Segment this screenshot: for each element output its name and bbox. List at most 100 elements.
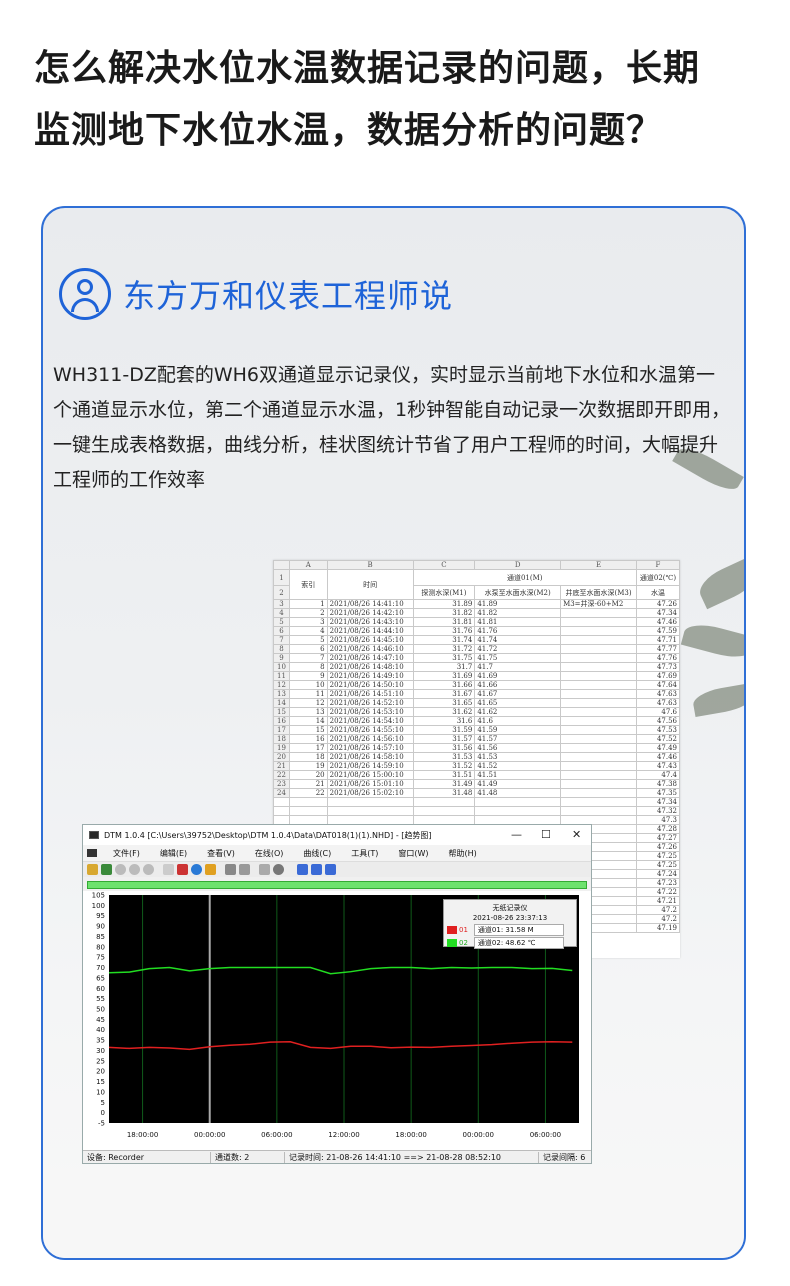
y-tick-label: 55 — [96, 995, 105, 1003]
table-cell — [560, 779, 637, 789]
menu-window[interactable]: 窗口(W) — [398, 848, 428, 859]
table-cell — [560, 644, 637, 654]
table-cell: 31.67 — [412, 689, 476, 699]
table-row: 24 22 2021/08/26 15:02:10 31.48 41.48 47.35 — [273, 788, 680, 798]
record-icon[interactable] — [115, 864, 126, 875]
table-cell: 41.74 — [474, 635, 562, 645]
table-cell: 12 — [288, 698, 328, 708]
pause-icon[interactable] — [143, 864, 154, 875]
menu-edit[interactable]: 编辑(E) — [160, 848, 187, 859]
table-cell — [560, 725, 637, 735]
ch2-value: 通道02: 48.62 ℃ — [473, 937, 564, 949]
table-cell: 47.28 — [635, 824, 680, 834]
tile-vertical-icon[interactable] — [325, 864, 336, 875]
table-cell: 47.53 — [635, 725, 680, 735]
tile-horizontal-icon[interactable] — [311, 864, 322, 875]
row-header: 13 — [273, 689, 290, 699]
col-header: F — [635, 560, 680, 570]
menu-bar: 文件(F) 编辑(E) 查看(V) 在线(O) 曲线(C) 工具(T) 窗口(W… — [83, 845, 591, 861]
menu-file[interactable]: 文件(F) — [113, 848, 140, 859]
table-cell: 31.89 — [412, 599, 476, 609]
sum-icon[interactable] — [177, 864, 188, 875]
table-cell: 22 — [288, 788, 328, 798]
menu-view[interactable]: 查看(V) — [207, 848, 235, 859]
row-header: 18 — [273, 734, 290, 744]
menu-tools[interactable]: 工具(T) — [351, 848, 378, 859]
app-icon — [89, 831, 99, 839]
table-row: 6 4 2021/08/26 14:44:10 31.76 41.76 47.59 — [273, 626, 680, 636]
y-tick-label: 105 — [92, 892, 105, 900]
row-header: 3 — [273, 599, 290, 609]
plant-leaf-decoration — [691, 682, 744, 718]
copy-icon[interactable] — [259, 864, 270, 875]
table-cell: 41.69 — [474, 671, 562, 681]
cascade-icon[interactable] — [297, 864, 308, 875]
ch1-value: 通道01: 31.58 M — [473, 924, 564, 936]
minimize-icon[interactable]: — — [511, 828, 522, 841]
table-cell: 2021/08/26 15:00:10 — [326, 770, 414, 780]
maximize-icon[interactable]: ☐ — [541, 828, 551, 841]
table-cell: 41.7 — [474, 662, 562, 672]
table-row: 7 5 2021/08/26 14:45:10 31.74 41.74 47.71 — [273, 635, 680, 645]
table-cell: 47.4 — [635, 770, 680, 780]
table-cell: 31.65 — [412, 698, 476, 708]
table-cell: 41.59 — [474, 725, 562, 735]
table-cell: 9 — [288, 671, 328, 681]
y-tick-label: 60 — [96, 985, 105, 993]
table-cell: M3=井深-60+M2 — [560, 599, 637, 609]
table-row: 18 16 2021/08/26 14:56:10 31.57 41.57 47.52 — [273, 734, 680, 744]
preview-icon[interactable] — [239, 864, 250, 875]
window-title: DTM 1.0.4 [C:\Users\39752\Desktop\DTM 1.… — [104, 830, 432, 840]
table-cell: 2021/08/26 14:41:10 — [326, 599, 414, 609]
open-icon[interactable] — [87, 864, 98, 875]
table-cell: 41.56 — [474, 743, 562, 753]
table-cell: 19 — [288, 761, 328, 771]
table-row: 20 18 2021/08/26 14:58:10 31.53 41.53 47.46 — [273, 752, 680, 762]
table-cell: 10 — [288, 680, 328, 690]
header-m1: 探测水深(M1) — [412, 585, 476, 600]
table-cell — [560, 716, 637, 726]
print-icon[interactable] — [225, 864, 236, 875]
window-titlebar[interactable]: DTM 1.0.4 [C:\Users\39752\Desktop\DTM 1.… — [83, 825, 591, 845]
table-cell: 47.3 — [635, 815, 680, 825]
menu-online[interactable]: 在线(O) — [255, 848, 284, 859]
quote-card: 东方万和仪表工程师说 WH311-DZ配套的WH6双通道显示记录仪，实时显示当前… — [41, 206, 746, 1260]
table-cell — [326, 797, 414, 807]
table-cell: 41.52 — [474, 761, 562, 771]
table-cell: 47.25 — [635, 851, 680, 861]
plant-leaf-decoration — [680, 619, 744, 663]
zoom-icon[interactable] — [273, 864, 284, 875]
chart-legend: 无纸记录仪 2021-08-26 23:37:13 01 通道01: 31.58… — [443, 899, 577, 949]
close-icon[interactable]: ✕ — [572, 828, 581, 841]
pie-icon[interactable] — [205, 864, 216, 875]
table-cell: 41.76 — [474, 626, 562, 636]
table-cell: 47.52 — [635, 734, 680, 744]
table-cell: 47.71 — [635, 635, 680, 645]
table-cell: 47.34 — [635, 797, 680, 807]
row-header: 23 — [273, 779, 290, 789]
table-cell — [560, 635, 637, 645]
table-row: 16 14 2021/08/26 14:54:10 31.6 41.6 47.56 — [273, 716, 680, 726]
table-icon[interactable] — [163, 864, 174, 875]
table-cell: 31.69 — [412, 671, 476, 681]
row-header: 11 — [273, 671, 290, 681]
info-icon[interactable] — [191, 864, 202, 875]
table-cell: 47.35 — [635, 788, 680, 798]
menu-help[interactable]: 帮助(H) — [449, 848, 477, 859]
table-cell: 31.48 — [412, 788, 476, 798]
status-record-time: 记录时间: 21-08-26 14:41:10 ==> 21-08-28 08:… — [289, 1151, 539, 1163]
status-bar: 设备: Recorder 通道数: 2 记录时间: 21-08-26 14:41… — [83, 1150, 591, 1163]
menu-curve[interactable]: 曲线(C) — [303, 848, 331, 859]
timeline-scrollbar[interactable] — [87, 881, 587, 889]
table-cell: 47.43 — [635, 761, 680, 771]
chart-icon[interactable] — [101, 864, 112, 875]
stop-icon[interactable] — [129, 864, 140, 875]
table-cell — [560, 680, 637, 690]
table-cell: 47.77 — [635, 644, 680, 654]
table-cell: 47.46 — [635, 617, 680, 627]
table-cell: 2021/08/26 14:46:10 — [326, 644, 414, 654]
x-tick-label: 00:00:00 — [463, 1131, 494, 1139]
table-cell: 47.63 — [635, 698, 680, 708]
ch1-swatch — [447, 926, 457, 934]
table-row: 3 1 2021/08/26 14:41:10 31.89 41.89 M3=井深-60+… — [273, 599, 680, 609]
